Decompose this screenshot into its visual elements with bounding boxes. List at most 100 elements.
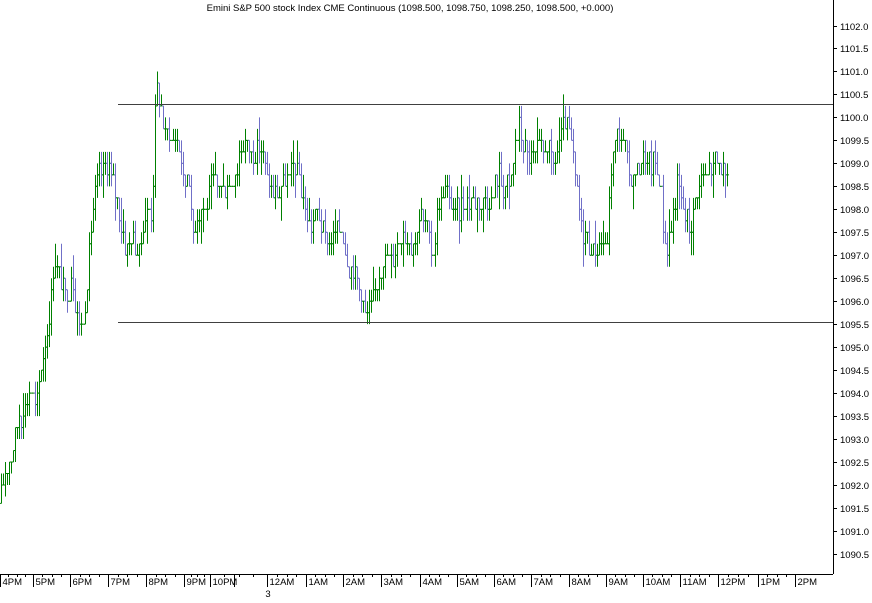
price-bar (606, 232, 609, 245)
price-bar (10, 461, 13, 474)
price-bar (294, 162, 297, 198)
price-bar (642, 140, 645, 175)
x-tick-label: 7AM (534, 577, 554, 588)
price-bar (182, 151, 185, 187)
price-bar (630, 174, 633, 187)
price-bar (308, 197, 311, 222)
price-bar (180, 140, 183, 175)
price-bar (36, 381, 39, 417)
price-bar (260, 140, 263, 175)
axes: 1102.0 1101.5 1101.0 1100.5 1100.0 1099.5 1099… (0, 0, 869, 600)
price-bar (136, 243, 139, 256)
price-bar (368, 289, 371, 325)
price-bar (88, 232, 91, 302)
price-bar (290, 151, 293, 187)
price-bar (200, 208, 203, 244)
y-tick-label: 1094.0 (840, 389, 869, 400)
y-tick-label: 1101.5 (840, 44, 868, 55)
price-bar (498, 151, 501, 210)
price-bar (322, 220, 325, 233)
price-bar (196, 209, 199, 244)
price-bar (714, 151, 717, 175)
price-bar (450, 186, 453, 210)
price-bar (688, 197, 691, 244)
price-bar (166, 128, 169, 141)
price-bar (254, 151, 257, 164)
price-bar (652, 151, 655, 187)
price-bar (510, 174, 513, 187)
price-bar (354, 255, 357, 290)
x-tick-label: 8AM (572, 577, 592, 588)
price-bar (110, 151, 113, 187)
price-bar (616, 128, 619, 152)
price-bar (238, 140, 241, 187)
y-tick-label: 1095.0 (840, 343, 869, 354)
y-tick-label: 1093.5 (840, 412, 869, 423)
price-bar (118, 197, 121, 233)
price-bar (712, 151, 715, 198)
price-bar (570, 117, 573, 141)
price-bar (316, 208, 319, 221)
price-bar (402, 220, 405, 267)
price-bar (106, 151, 109, 187)
price-bar (130, 243, 133, 256)
chart-title: Emini S&P 500 stock Index CME Continuous… (207, 3, 614, 14)
x-tick-label: 1AM (309, 577, 329, 588)
price-bar (396, 232, 399, 267)
y-tick-label: 1098.5 (840, 182, 869, 193)
price-bar (278, 186, 281, 199)
date-marker-label: 3 (265, 589, 270, 598)
price-bar (634, 174, 637, 187)
price-bar (336, 220, 339, 244)
price-bar (502, 174, 505, 210)
price-bar (162, 105, 165, 130)
price-bar (2, 473, 5, 486)
price-bar (38, 370, 41, 417)
price-bar (52, 266, 55, 302)
price-bar (716, 151, 719, 164)
price-bar (594, 220, 597, 267)
y-tick-label: 1090.5 (840, 550, 869, 561)
price-bar (618, 117, 621, 152)
price-bar (400, 243, 403, 256)
price-bar (92, 197, 95, 233)
price-bar (120, 197, 123, 244)
price-bar (614, 139, 617, 164)
price-bar (210, 163, 213, 210)
price-bar (704, 163, 707, 176)
price-bar (94, 174, 97, 221)
price-bar (372, 266, 375, 302)
price-bar (394, 243, 397, 279)
price-bar (310, 209, 313, 244)
price-bar (344, 232, 347, 256)
y-tick-label: 1098.0 (840, 205, 869, 216)
price-bar (512, 162, 515, 187)
price-bar (156, 71, 159, 107)
price-bar (192, 208, 195, 244)
price-bar (676, 163, 679, 221)
x-tick-label: 7PM (111, 577, 131, 588)
price-bar (168, 117, 171, 152)
price-bar (268, 163, 271, 198)
price-bar (14, 427, 17, 463)
price-bar (486, 186, 489, 221)
price-bar (440, 186, 443, 221)
price-bar (544, 140, 547, 153)
price-bar (224, 185, 227, 199)
price-bar (0, 473, 3, 504)
price-bar (378, 266, 381, 302)
price-bar (334, 209, 337, 244)
price-bar (152, 174, 155, 233)
price-bar (114, 163, 117, 221)
price-chart-svg[interactable]: Emini S&P 500 stock Index CME Continuous… (0, 0, 872, 600)
price-bar (474, 186, 477, 210)
price-bar (96, 163, 99, 198)
price-bar (332, 220, 335, 256)
price-bar (436, 197, 439, 256)
price-bar (214, 151, 217, 176)
x-tick-label: 3AM (384, 577, 404, 588)
price-bar (154, 94, 157, 198)
price-bar (280, 185, 283, 221)
price-bar (392, 243, 395, 268)
price-bar (500, 151, 503, 187)
